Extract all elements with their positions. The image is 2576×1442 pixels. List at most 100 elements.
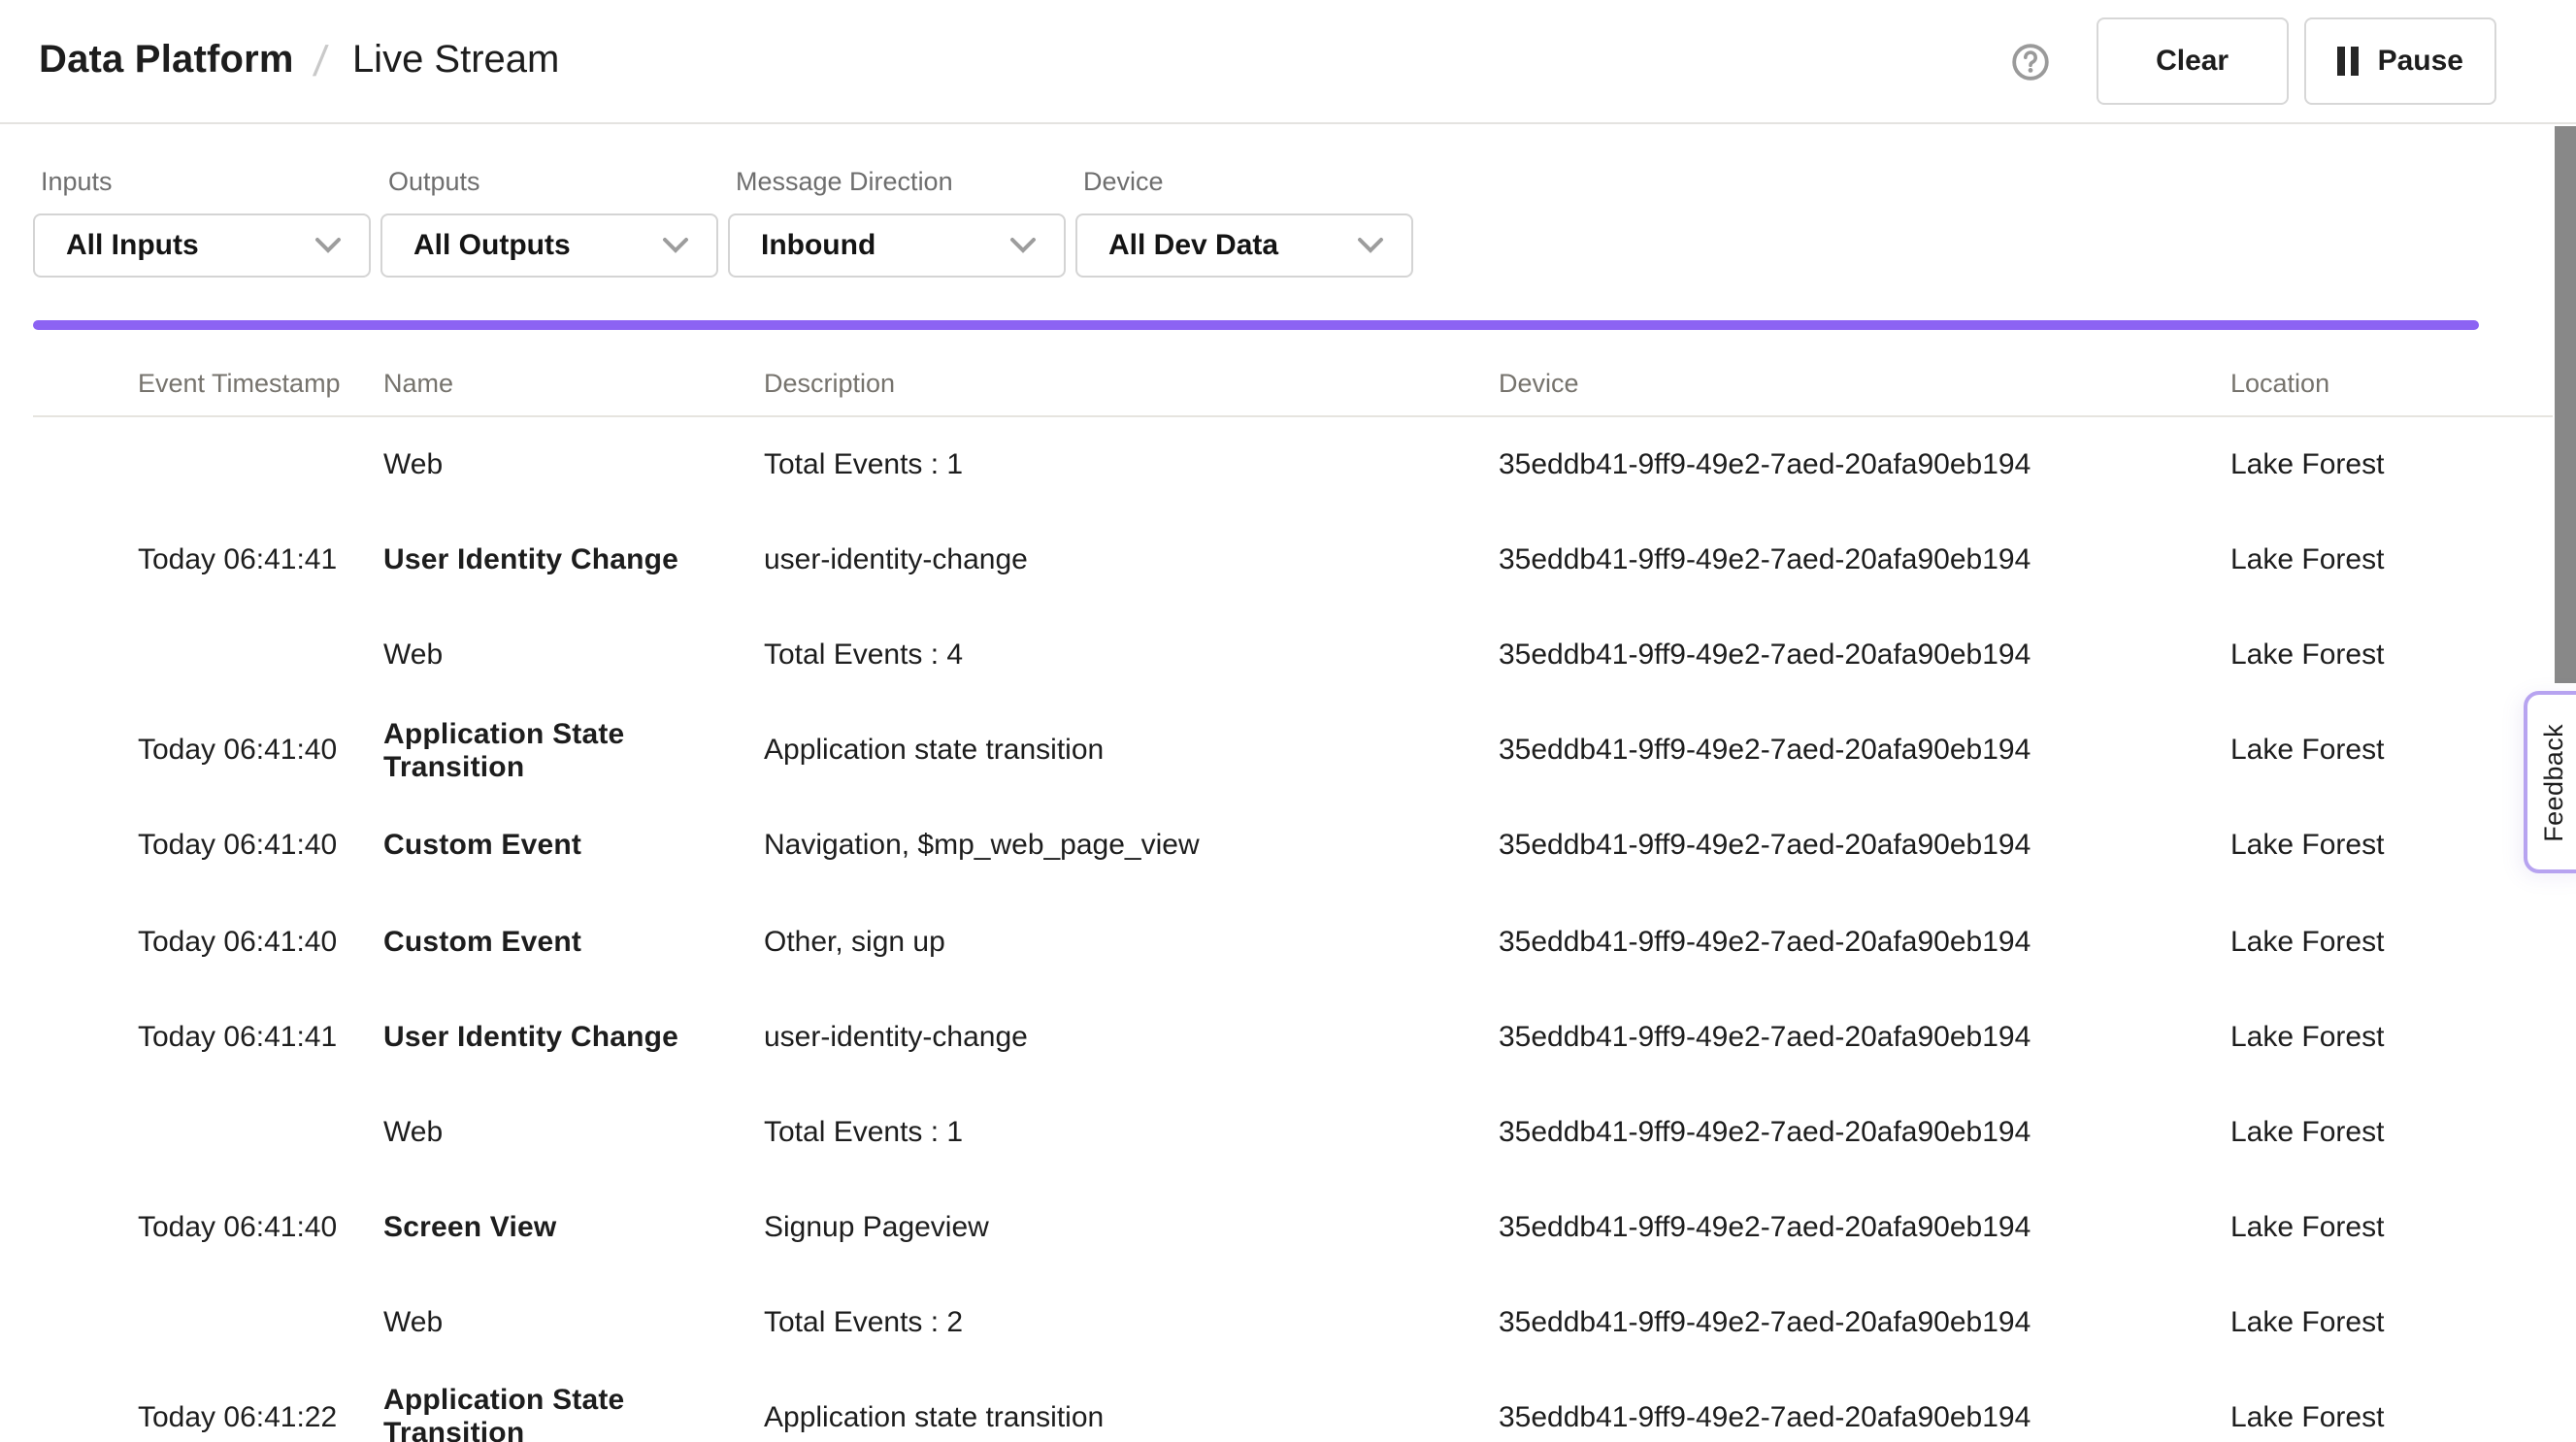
table-row[interactable]: Today 06:41:40 Custom Event Other, sign … xyxy=(0,894,2553,989)
live-stream-page: Data Platform / Live Stream Clear Pause xyxy=(0,0,2576,1442)
event-description-cell: Other, sign up xyxy=(764,925,1499,958)
event-device-cell: 35eddb41-9ff9-49e2-7aed-20afa90eb194 xyxy=(1499,448,2230,481)
table-row[interactable]: Web Total Events : 4 35eddb41-9ff9-49e2-… xyxy=(0,607,2553,703)
event-location-cell: Lake Forest xyxy=(2230,830,2553,863)
header-actions: Clear Pause xyxy=(2011,17,2496,105)
table-row[interactable]: Web Total Events : 1 35eddb41-9ff9-49e2-… xyxy=(0,417,2553,512)
event-description-cell: Total Events : 4 xyxy=(764,639,1499,672)
event-location-cell: Lake Forest xyxy=(2230,1401,2553,1434)
event-description-cell: user-identity-change xyxy=(764,543,1499,576)
event-name-cell: Custom Event xyxy=(383,830,764,863)
feedback-tab[interactable]: Feedback xyxy=(2524,691,2576,873)
filter-outputs: Outputs All Outputs xyxy=(380,124,718,278)
inputs-dropdown-value: All Inputs xyxy=(66,229,199,262)
column-header-description: Description xyxy=(764,368,1499,397)
chevron-down-icon xyxy=(662,237,689,254)
chevron-down-icon xyxy=(1009,237,1037,254)
event-location-cell: Lake Forest xyxy=(2230,448,2553,481)
event-location-cell: Lake Forest xyxy=(2230,925,2553,958)
event-device-cell: 35eddb41-9ff9-49e2-7aed-20afa90eb194 xyxy=(1499,1115,2230,1148)
filter-inputs-label: Inputs xyxy=(41,167,371,196)
table-row[interactable]: Today 06:41:22 Application State Transit… xyxy=(0,1370,2553,1442)
column-header-location: Location xyxy=(2230,368,2553,397)
chevron-down-icon xyxy=(314,237,342,254)
event-name-cell: Web xyxy=(383,1306,764,1339)
event-name-cell: User Identity Change xyxy=(383,543,764,576)
chevron-down-icon xyxy=(1357,237,1384,254)
event-timestamp-cell: Today 06:41:41 xyxy=(138,1020,383,1053)
event-timestamp-cell: Today 06:41:40 xyxy=(138,1211,383,1244)
event-name-cell: Web xyxy=(383,639,764,672)
pause-button[interactable]: Pause xyxy=(2304,17,2496,105)
event-device-cell: 35eddb41-9ff9-49e2-7aed-20afa90eb194 xyxy=(1499,1306,2230,1339)
event-description-cell: Total Events : 2 xyxy=(764,1306,1499,1339)
event-device-cell: 35eddb41-9ff9-49e2-7aed-20afa90eb194 xyxy=(1499,1211,2230,1244)
inputs-dropdown[interactable]: All Inputs xyxy=(33,213,371,278)
event-name-cell: Custom Event xyxy=(383,925,764,958)
table-row[interactable]: Web Total Events : 1 35eddb41-9ff9-49e2-… xyxy=(0,1084,2553,1179)
column-header-device: Device xyxy=(1499,368,2230,397)
device-dropdown-value: All Dev Data xyxy=(1108,229,1278,262)
table-row[interactable]: Today 06:41:40 Custom Event Navigation, … xyxy=(0,799,2553,894)
feedback-tab-label: Feedback xyxy=(2539,723,2568,841)
message-direction-dropdown-value: Inbound xyxy=(761,229,875,262)
table-row[interactable]: Today 06:41:41 User Identity Change user… xyxy=(0,989,2553,1084)
filter-outputs-label: Outputs xyxy=(388,167,718,196)
event-device-cell: 35eddb41-9ff9-49e2-7aed-20afa90eb194 xyxy=(1499,830,2230,863)
column-header-timestamp: Event Timestamp xyxy=(138,368,383,397)
page-header: Data Platform / Live Stream Clear Pause xyxy=(0,0,2576,124)
event-name-cell: Web xyxy=(383,448,764,481)
event-name-cell: Web xyxy=(383,1115,764,1148)
message-direction-dropdown[interactable]: Inbound xyxy=(728,213,1066,278)
clear-button[interactable]: Clear xyxy=(2097,17,2289,105)
event-description-cell: Total Events : 1 xyxy=(764,448,1499,481)
filter-bar: Inputs All Inputs Outputs All Outputs Me… xyxy=(33,124,1413,278)
event-timestamp-cell: Today 06:41:40 xyxy=(138,925,383,958)
filter-inputs: Inputs All Inputs xyxy=(33,124,371,278)
filter-device: Device All Dev Data xyxy=(1075,124,1413,278)
event-timestamp-cell: Today 06:41:41 xyxy=(138,543,383,576)
filter-message-direction-label: Message Direction xyxy=(736,167,1066,196)
breadcrumb: Data Platform / Live Stream xyxy=(39,36,559,86)
event-name-cell: User Identity Change xyxy=(383,1020,764,1053)
pause-button-label: Pause xyxy=(2378,45,2463,78)
event-device-cell: 35eddb41-9ff9-49e2-7aed-20afa90eb194 xyxy=(1499,1020,2230,1053)
breadcrumb-data-platform[interactable]: Data Platform xyxy=(39,39,294,83)
event-table-body: Web Total Events : 1 35eddb41-9ff9-49e2-… xyxy=(0,417,2553,1442)
page-title: Live Stream xyxy=(352,39,559,83)
table-row[interactable]: Today 06:41:41 User Identity Change user… xyxy=(0,512,2553,607)
pause-icon xyxy=(2337,47,2359,76)
table-row[interactable]: Web Total Events : 2 35eddb41-9ff9-49e2-… xyxy=(0,1275,2553,1370)
table-row[interactable]: Today 06:41:40 Screen View Signup Pagevi… xyxy=(0,1180,2553,1275)
help-icon[interactable] xyxy=(2011,42,2050,81)
event-location-cell: Lake Forest xyxy=(2230,1306,2553,1339)
column-header-name: Name xyxy=(383,368,764,397)
table-row[interactable]: Today 06:41:40 Application State Transit… xyxy=(0,704,2553,799)
event-timestamp-cell: Today 06:41:40 xyxy=(138,830,383,863)
event-description-cell: user-identity-change xyxy=(764,1020,1499,1053)
event-timestamp-cell: Today 06:41:40 xyxy=(138,735,383,768)
breadcrumb-separator: / xyxy=(312,36,331,86)
event-description-cell: Application state transition xyxy=(764,735,1499,768)
event-device-cell: 35eddb41-9ff9-49e2-7aed-20afa90eb194 xyxy=(1499,1401,2230,1434)
event-device-cell: 35eddb41-9ff9-49e2-7aed-20afa90eb194 xyxy=(1499,543,2230,576)
event-name-cell: Application State Transition xyxy=(383,1385,764,1442)
event-location-cell: Lake Forest xyxy=(2230,639,2553,672)
event-name-cell: Application State Transition xyxy=(383,718,764,784)
device-dropdown[interactable]: All Dev Data xyxy=(1075,213,1413,278)
event-description-cell: Total Events : 1 xyxy=(764,1115,1499,1148)
outputs-dropdown[interactable]: All Outputs xyxy=(380,213,718,278)
event-location-cell: Lake Forest xyxy=(2230,543,2553,576)
filter-device-label: Device xyxy=(1083,167,1413,196)
event-description-cell: Navigation, $mp_web_page_view xyxy=(764,830,1499,863)
event-device-cell: 35eddb41-9ff9-49e2-7aed-20afa90eb194 xyxy=(1499,639,2230,672)
event-description-cell: Application state transition xyxy=(764,1401,1499,1434)
outputs-dropdown-value: All Outputs xyxy=(413,229,571,262)
event-location-cell: Lake Forest xyxy=(2230,1211,2553,1244)
live-stream-progress-bar xyxy=(33,320,2479,330)
clear-button-label: Clear xyxy=(2156,45,2229,78)
vertical-scrollbar-thumb[interactable] xyxy=(2554,126,2576,683)
event-device-cell: 35eddb41-9ff9-49e2-7aed-20afa90eb194 xyxy=(1499,735,2230,768)
event-timestamp-cell: Today 06:41:22 xyxy=(138,1401,383,1434)
filter-message-direction: Message Direction Inbound xyxy=(728,124,1066,278)
